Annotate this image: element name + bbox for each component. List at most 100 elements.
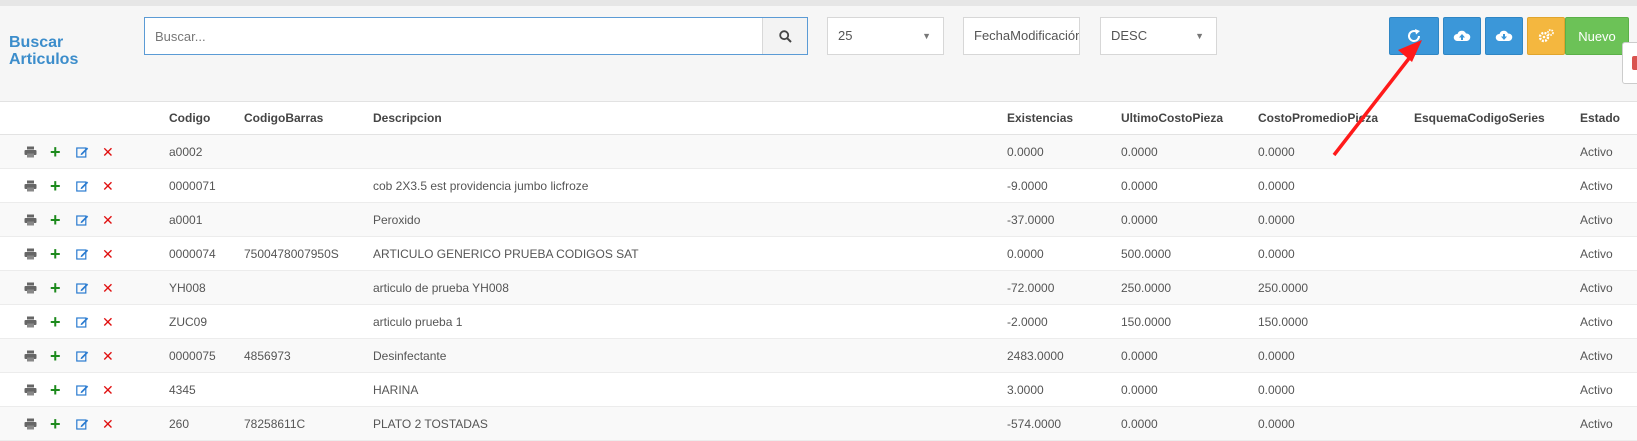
column-header[interactable]: Descripcion <box>373 102 1007 135</box>
table-cell <box>1414 270 1580 305</box>
edit-icon[interactable] <box>76 382 102 398</box>
delete-icon[interactable]: ✕ <box>102 280 128 296</box>
add-icon[interactable]: + <box>50 381 76 399</box>
print-icon[interactable] <box>24 382 50 398</box>
cloud-download-button[interactable] <box>1485 17 1523 55</box>
table-row: + ✕ 0000075 4856973 Desinfectante 2483.0000 0.… <box>0 338 1637 373</box>
edit-icon[interactable] <box>76 314 102 330</box>
table-row: + ✕ a0002 0.0000 0.0000 0.0000 Activo <box>0 134 1637 169</box>
new-button[interactable]: Nuevo <box>1565 17 1629 55</box>
edit-icon[interactable] <box>76 144 102 160</box>
delete-icon[interactable]: ✕ <box>102 144 128 160</box>
table-cell <box>373 134 1007 169</box>
table-cell: -9.0000 <box>1007 168 1121 203</box>
table-cell <box>244 168 373 203</box>
table-cell <box>1414 304 1580 339</box>
table-cell: 7500478007950S <box>244 236 373 271</box>
print-icon[interactable] <box>24 178 50 194</box>
row-actions: + ✕ <box>0 304 169 339</box>
column-header[interactable]: CodigoBarras <box>244 102 373 135</box>
order-direction-select[interactable]: DESC ▼ <box>1100 17 1217 55</box>
add-icon[interactable]: + <box>50 211 76 229</box>
add-icon[interactable]: + <box>50 177 76 195</box>
table-cell <box>1414 168 1580 203</box>
table-cell: ARTICULO GENERICO PRUEBA CODIGOS SAT <box>373 236 1007 271</box>
edit-icon[interactable] <box>76 348 102 364</box>
edit-icon[interactable] <box>76 178 102 194</box>
add-icon[interactable]: + <box>50 143 76 161</box>
delete-icon[interactable]: ✕ <box>102 348 128 364</box>
column-header[interactable]: UltimoCostoPieza <box>1121 102 1258 135</box>
page-title: Buscar Articulos <box>9 34 119 68</box>
table-cell: Activo <box>1580 168 1637 203</box>
refresh-icon <box>1408 29 1421 42</box>
edit-icon[interactable] <box>76 280 102 296</box>
print-icon[interactable] <box>24 246 50 262</box>
delete-icon[interactable]: ✕ <box>102 178 128 194</box>
search-button[interactable] <box>762 18 807 54</box>
column-header[interactable]: Codigo <box>169 102 244 135</box>
cloud-upload-button[interactable] <box>1443 17 1481 55</box>
table-header-row: Codigo CodigoBarras Descripcion Existenc… <box>0 102 1637 135</box>
print-icon[interactable] <box>24 348 50 364</box>
table-row: + ✕ YH008 articulo de prueba YH008 -72.0000 2… <box>0 270 1637 305</box>
delete-icon[interactable]: ✕ <box>102 246 128 262</box>
table-cell <box>244 134 373 169</box>
side-tab[interactable] <box>1622 42 1637 84</box>
table-row: + ✕ 0000071 cob 2X3.5 est providencia jumbo… <box>0 168 1637 203</box>
add-icon[interactable]: + <box>50 313 76 331</box>
row-actions: + ✕ <box>0 270 169 305</box>
table-cell: 0.0000 <box>1121 202 1258 237</box>
table-cell: YH008 <box>169 270 244 305</box>
print-icon[interactable] <box>24 280 50 296</box>
add-icon[interactable]: + <box>50 279 76 297</box>
table-cell: Activo <box>1580 338 1637 373</box>
print-icon[interactable] <box>24 416 50 432</box>
chevron-down-icon: ▼ <box>1195 31 1204 41</box>
edit-icon[interactable] <box>76 416 102 432</box>
print-icon[interactable] <box>24 212 50 228</box>
page-size-select[interactable]: 25 ▼ <box>827 17 944 55</box>
table-cell: 0.0000 <box>1258 202 1414 237</box>
order-field-value: FechaModificación <box>974 28 1080 43</box>
table-cell: Activo <box>1580 236 1637 271</box>
edit-icon[interactable] <box>76 212 102 228</box>
edit-icon[interactable] <box>76 246 102 262</box>
search-header: Buscar Articulos 25 ▼ FechaModificación … <box>0 6 1637 102</box>
table-cell: -574.0000 <box>1007 406 1121 441</box>
page-title-line2: Articulos <box>9 51 79 68</box>
add-icon[interactable]: + <box>50 415 76 433</box>
table-cell: 260 <box>169 406 244 441</box>
add-icon[interactable]: + <box>50 245 76 263</box>
cloud-download-icon <box>1495 30 1513 41</box>
delete-icon[interactable]: ✕ <box>102 416 128 432</box>
table-cell: Activo <box>1580 134 1637 169</box>
delete-icon[interactable]: ✕ <box>102 382 128 398</box>
search-icon <box>778 29 792 43</box>
print-icon[interactable] <box>24 314 50 330</box>
row-actions: + ✕ <box>0 168 169 203</box>
page-size-value: 25 <box>838 28 853 43</box>
column-header[interactable]: CostoPromedioPieza <box>1258 102 1414 135</box>
add-icon[interactable]: + <box>50 347 76 365</box>
table-cell: 4856973 <box>244 338 373 373</box>
row-actions: + ✕ <box>0 372 169 407</box>
order-field-select[interactable]: FechaModificación <box>963 17 1080 55</box>
table-row: + ✕ ZUC09 articulo prueba 1 -2.0000 150.0000 1… <box>0 304 1637 339</box>
row-actions: + ✕ <box>0 202 169 237</box>
table-row: + ✕ 0000074 7500478007950S ARTICULO GENERICO… <box>0 236 1637 271</box>
table-cell: 0.0000 <box>1258 338 1414 373</box>
column-header[interactable]: Existencias <box>1007 102 1121 135</box>
delete-icon[interactable]: ✕ <box>102 212 128 228</box>
delete-icon[interactable]: ✕ <box>102 314 128 330</box>
column-header[interactable]: EsquemaCodigoSeries <box>1414 102 1580 135</box>
table-cell: 0.0000 <box>1258 236 1414 271</box>
print-icon[interactable] <box>24 144 50 160</box>
refresh-button[interactable] <box>1389 17 1439 55</box>
column-header[interactable]: Estado <box>1580 102 1637 135</box>
table-cell: Activo <box>1580 406 1637 441</box>
table-cell <box>244 270 373 305</box>
search-input[interactable] <box>145 18 765 54</box>
table-cell: -37.0000 <box>1007 202 1121 237</box>
settings-button[interactable] <box>1527 17 1565 55</box>
